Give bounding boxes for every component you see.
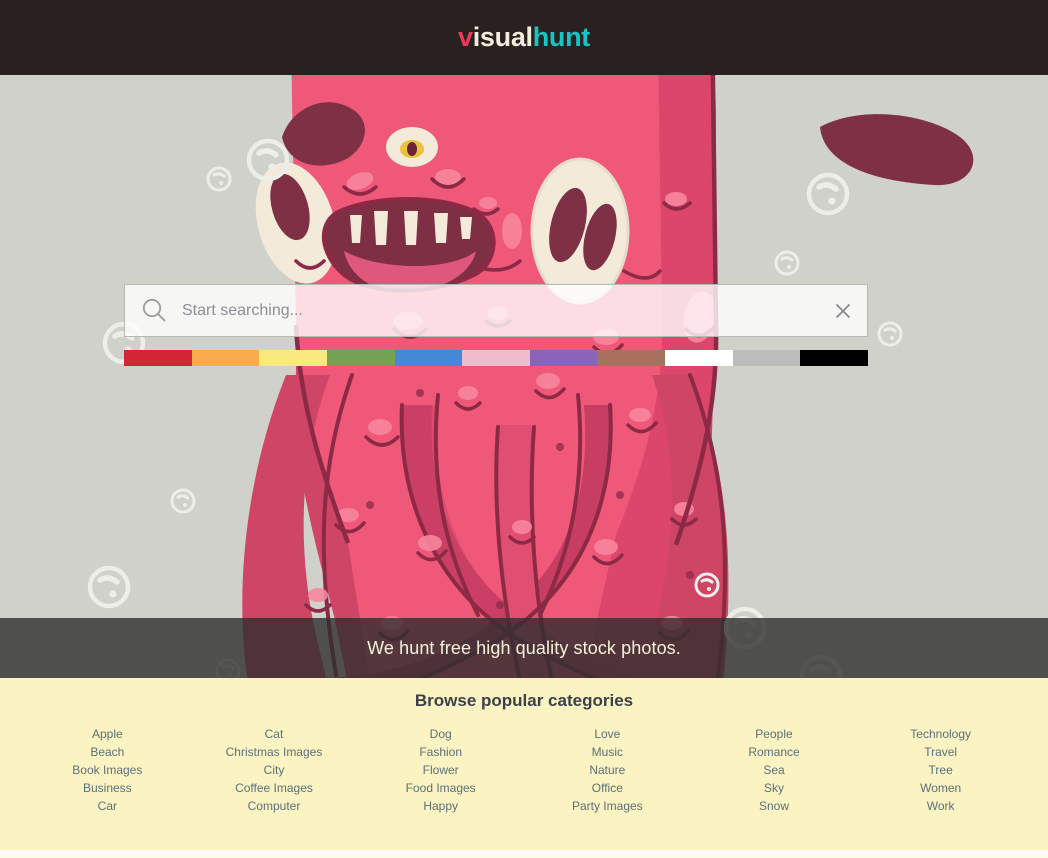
color-swatch-black[interactable] (800, 350, 869, 366)
color-swatch-gray[interactable] (732, 350, 801, 366)
color-swatch-green[interactable] (326, 350, 395, 366)
logo-part-isual: isual (472, 22, 533, 52)
category-link-sky[interactable]: Sky (764, 779, 784, 797)
color-filter-bar (124, 350, 869, 366)
category-column-6: Technology Travel Tree Women Work (857, 725, 1024, 815)
site-header: visualhunt (0, 0, 1048, 75)
search-bar[interactable] (124, 284, 868, 337)
color-swatch-brown[interactable] (597, 350, 666, 366)
category-link-fashion[interactable]: Fashion (419, 743, 462, 761)
category-column-2: Cat Christmas Images City Coffee Images Comp… (191, 725, 358, 815)
search-icon (142, 298, 166, 322)
category-link-coffee-images[interactable]: Coffee Images (235, 779, 313, 797)
category-link-business[interactable]: Business (83, 779, 132, 797)
search-area (124, 284, 869, 366)
category-link-romance[interactable]: Romance (748, 743, 799, 761)
category-link-cat[interactable]: Cat (265, 725, 284, 743)
category-link-love[interactable]: Love (594, 725, 620, 743)
categories-title: Browse popular categories (414, 691, 634, 710)
category-link-nature[interactable]: Nature (589, 761, 625, 779)
color-swatch-purple[interactable] (529, 350, 598, 366)
color-swatch-yellow[interactable] (259, 350, 327, 366)
tagline-bar: We hunt free high quality stock photos. (0, 618, 1048, 678)
category-link-tree[interactable]: Tree (929, 761, 953, 779)
category-link-food-images[interactable]: Food Images (406, 779, 476, 797)
category-link-work[interactable]: Work (927, 797, 955, 815)
category-link-women[interactable]: Women (920, 779, 961, 797)
category-link-apple[interactable]: Apple (92, 725, 123, 743)
category-link-book-images[interactable]: Book Images (72, 761, 142, 779)
category-column-5: People Romance Sea Sky Snow (691, 725, 858, 815)
category-link-city[interactable]: City (264, 761, 285, 779)
category-link-sea[interactable]: Sea (763, 761, 784, 779)
color-swatch-orange[interactable] (191, 350, 260, 366)
color-swatch-white[interactable] (665, 350, 733, 366)
logo-part-v: v (457, 22, 473, 52)
category-link-christmas-images[interactable]: Christmas Images (226, 743, 323, 761)
category-link-travel[interactable]: Travel (924, 743, 957, 761)
category-link-dog[interactable]: Dog (430, 725, 452, 743)
category-link-computer[interactable]: Computer (248, 797, 301, 815)
logo-part-hunt: hunt (532, 22, 591, 52)
tagline-text: We hunt free high quality stock photos. (367, 637, 681, 658)
category-link-party-images[interactable]: Party Images (572, 797, 643, 815)
color-swatch-blue[interactable] (394, 350, 463, 366)
search-input[interactable] (182, 301, 833, 320)
categories-section: Browse popular categories Apple Beach Book… (0, 678, 1048, 850)
hero-section: We hunt free high quality stock photos. (0, 75, 1048, 678)
category-link-beach[interactable]: Beach (90, 743, 124, 761)
close-icon[interactable] (833, 301, 853, 321)
category-column-4: Love Music Nature Office Party Images (524, 725, 691, 815)
category-link-people[interactable]: People (755, 725, 792, 743)
categories-grid: Apple Beach Book Images Business Car Cat Chris… (0, 725, 1048, 815)
category-link-office[interactable]: Office (592, 779, 623, 797)
category-column-3: Dog Fashion Flower Food Images Happy (357, 725, 524, 815)
color-swatch-pink[interactable] (462, 350, 530, 366)
category-link-happy[interactable]: Happy (423, 797, 458, 815)
category-link-car[interactable]: Car (98, 797, 117, 815)
category-link-technology[interactable]: Technology (910, 725, 971, 743)
category-column-1: Apple Beach Book Images Business Car (24, 725, 191, 815)
category-link-snow[interactable]: Snow (759, 797, 789, 815)
category-link-flower[interactable]: Flower (423, 761, 459, 779)
site-logo[interactable]: visualhunt (458, 24, 590, 51)
category-link-music[interactable]: Music (592, 743, 623, 761)
footer-strip (0, 850, 1048, 858)
monster-illustration (0, 75, 1048, 678)
color-swatch-red[interactable] (124, 350, 192, 366)
